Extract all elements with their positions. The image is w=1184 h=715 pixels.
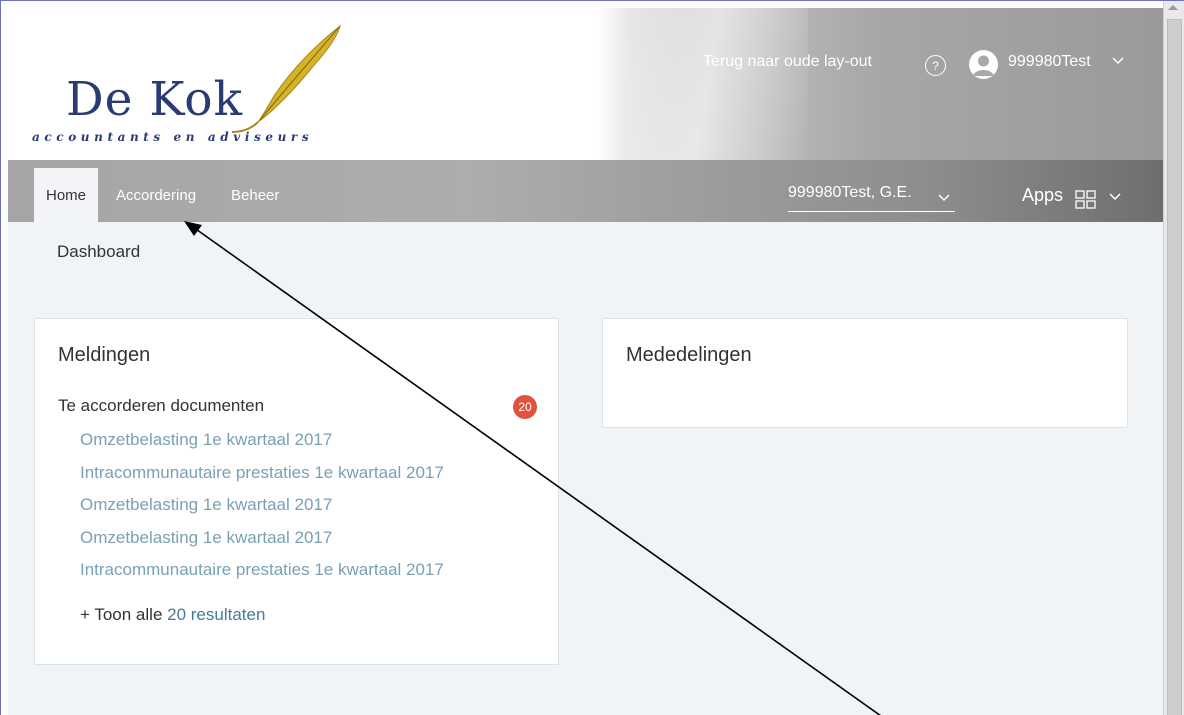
annotation-arrow	[184, 221, 881, 715]
app-window: De Kok accountants en adviseurs Terug na…	[0, 0, 1184, 715]
